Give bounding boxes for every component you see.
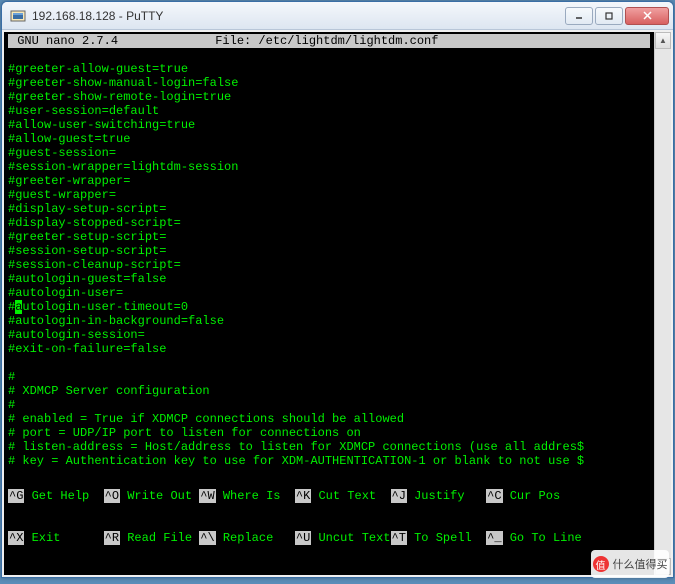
shortcut-label: Where Is [216, 489, 295, 503]
shortcut-label: Justify [407, 489, 486, 503]
shortcut-label: To Spell [407, 531, 486, 545]
file-line[interactable]: #exit-on-failure=false [8, 342, 650, 356]
shortcut-label: Cur Pos [503, 489, 582, 503]
file-line[interactable]: #session-setup-script= [8, 244, 650, 258]
shortcut-label: Write Out [120, 489, 199, 503]
shortcut-key: ^W [199, 489, 215, 503]
file-line[interactable]: #allow-guest=true [8, 132, 650, 146]
file-line[interactable]: #guest-wrapper= [8, 188, 650, 202]
putty-icon [10, 8, 26, 24]
file-line[interactable]: #greeter-show-remote-login=true [8, 90, 650, 104]
file-line[interactable]: #autologin-guest=false [8, 272, 650, 286]
shortcut-key: ^T [391, 531, 407, 545]
nano-file-path: File: /etc/lightdm/lightdm.conf [125, 34, 650, 48]
shortcut-label: Go To Line [503, 531, 582, 545]
shortcut-key: ^G [8, 489, 24, 503]
client-area: GNU nano 2.7.4 File: /etc/lightdm/lightd… [2, 30, 673, 577]
shortcut-key: ^X [8, 531, 24, 545]
file-line[interactable]: #autologin-user= [8, 286, 650, 300]
scroll-track[interactable] [655, 49, 671, 558]
shortcut-label: Read File [120, 531, 199, 545]
window-title: 192.168.18.128 - PuTTY [30, 9, 565, 23]
shortcut-label: Cut Text [311, 489, 390, 503]
close-button[interactable] [625, 7, 669, 25]
shortcut-key: ^C [486, 489, 502, 503]
file-line[interactable]: #autologin-session= [8, 328, 650, 342]
blank-line [8, 48, 650, 62]
maximize-button[interactable] [595, 7, 623, 25]
file-content[interactable]: #greeter-allow-guest=true#greeter-show-m… [8, 62, 650, 468]
file-line[interactable]: #allow-user-switching=true [8, 118, 650, 132]
shortcut-row-2: ^X Exit ^R Read File ^\ Replace ^U Uncut… [8, 531, 650, 545]
window-controls [565, 7, 669, 25]
shortcut-row-1: ^G Get Help ^O Write Out ^W Where Is ^K … [8, 489, 650, 503]
shortcut-key: ^_ [486, 531, 502, 545]
shortcut-key: ^K [295, 489, 311, 503]
shortcut-label: Replace [216, 531, 295, 545]
putty-window: 192.168.18.128 - PuTTY GNU nano 2.7.4 Fi… [1, 1, 674, 578]
file-line[interactable]: #greeter-wrapper= [8, 174, 650, 188]
file-line[interactable]: #guest-session= [8, 146, 650, 160]
file-line[interactable]: #greeter-allow-guest=true [8, 62, 650, 76]
shortcut-key: ^\ [199, 531, 215, 545]
file-line[interactable]: #autologin-in-background=false [8, 314, 650, 328]
file-line[interactable]: #display-stopped-script= [8, 216, 650, 230]
minimize-button[interactable] [565, 7, 593, 25]
scrollbar[interactable]: ▲ ▼ [654, 32, 671, 575]
file-line[interactable] [8, 356, 650, 370]
shortcut-key: ^O [104, 489, 120, 503]
nano-shortcuts: ^G Get Help ^O Write Out ^W Where Is ^K … [8, 419, 650, 573]
shortcut-key: ^R [104, 531, 120, 545]
blank-line [8, 447, 650, 461]
scroll-up-button[interactable]: ▲ [655, 32, 671, 49]
shortcut-key: ^J [391, 489, 407, 503]
file-line[interactable]: #session-wrapper=lightdm-session [8, 160, 650, 174]
file-line[interactable]: #session-cleanup-script= [8, 258, 650, 272]
file-line[interactable]: # [8, 370, 650, 384]
file-line[interactable]: # [8, 398, 650, 412]
file-line[interactable]: #autologin-user-timeout=0 [8, 300, 650, 314]
file-line[interactable]: #user-session=default [8, 104, 650, 118]
cursor: a [15, 300, 22, 314]
file-line[interactable]: #greeter-show-manual-login=false [8, 76, 650, 90]
titlebar[interactable]: 192.168.18.128 - PuTTY [2, 2, 673, 30]
nano-app-name: GNU nano 2.7.4 [8, 34, 125, 48]
shortcut-key: ^U [295, 531, 311, 545]
shortcut-label: Uncut Text [311, 531, 390, 545]
nano-header: GNU nano 2.7.4 File: /etc/lightdm/lightd… [8, 34, 650, 48]
shortcut-label: Exit [24, 531, 103, 545]
file-line[interactable]: #greeter-setup-script= [8, 230, 650, 244]
terminal[interactable]: GNU nano 2.7.4 File: /etc/lightdm/lightd… [4, 32, 654, 575]
file-line[interactable]: #display-setup-script= [8, 202, 650, 216]
shortcut-label: Get Help [24, 489, 103, 503]
file-line[interactable]: # XDMCP Server configuration [8, 384, 650, 398]
scroll-down-button[interactable]: ▼ [655, 558, 671, 575]
